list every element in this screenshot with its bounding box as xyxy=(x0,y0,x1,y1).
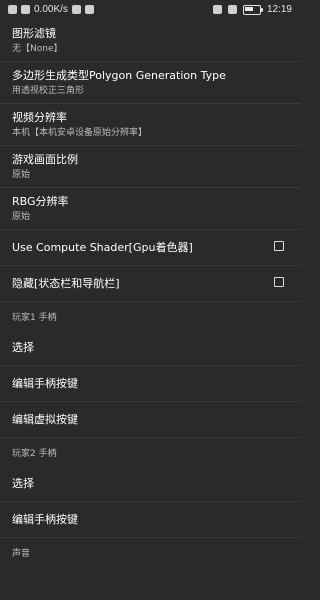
player1-edit-virtual-keys[interactable]: 编辑虚拟按键 xyxy=(0,402,300,438)
hide-bars-setting[interactable]: 隐藏[状态栏和导航栏] xyxy=(0,266,300,302)
status-left: 0.00K/s xyxy=(8,4,94,15)
battery-level xyxy=(244,6,253,11)
filter-setting[interactable]: 图形滤镜 无【None】 xyxy=(0,20,300,62)
hide-bars-checkbox[interactable] xyxy=(274,277,284,287)
setting-title: 选择 xyxy=(12,340,34,354)
setting-value: 原始 xyxy=(12,170,31,180)
polygon-generation-setting[interactable]: 多边形生成类型Polygon Generation Type 用透视校正三角形 xyxy=(0,62,300,104)
setting-value: 无【None】 xyxy=(12,44,63,54)
sound-header: 声音 xyxy=(0,538,300,566)
video-resolution-setting[interactable]: 视频分辨率 本机【本机安卓设备原始分辨率】 xyxy=(0,104,300,146)
clock: 12:19 xyxy=(266,4,292,15)
setting-value: 用透视校正三角形 xyxy=(12,86,85,96)
setting-title: 图形滤镜 xyxy=(12,27,56,40)
settings-list: 图形滤镜 无【None】 多边形生成类型Polygon Generation T… xyxy=(0,20,300,566)
player1-edit-gamepad-keys[interactable]: 编辑手柄按键 xyxy=(0,366,300,402)
player2-select[interactable]: 选择 xyxy=(0,466,300,502)
section-label: 玩家1 手柄 xyxy=(12,312,57,323)
aspect-ratio-setting[interactable]: 游戏画面比例 原始 xyxy=(0,146,300,188)
compute-shader-checkbox[interactable] xyxy=(274,241,284,251)
wechat-icon xyxy=(84,5,94,14)
player2-edit-gamepad-keys[interactable]: 编辑手柄按键 xyxy=(0,502,300,538)
setting-title: 编辑手柄按键 xyxy=(12,512,78,526)
alarm-icon xyxy=(212,5,222,14)
status-right: 12:19 xyxy=(212,4,292,15)
section-label: 声音 xyxy=(12,548,31,559)
setting-title: RBG分辨率 xyxy=(12,195,69,208)
compute-shader-setting[interactable]: Use Compute Shader[Gpu着色器] xyxy=(0,230,300,266)
network-speed: 0.00K/s xyxy=(34,4,68,15)
rbg-resolution-setting[interactable]: RBG分辨率 原始 xyxy=(0,188,300,230)
signal-icon xyxy=(8,5,17,14)
status-bar: 0.00K/s 12:19 xyxy=(0,0,300,20)
player2-gamepad-header: 玩家2 手柄 xyxy=(0,438,300,466)
setting-title: 多边形生成类型Polygon Generation Type xyxy=(12,69,226,82)
player1-gamepad-header: 玩家1 手柄 xyxy=(0,302,300,330)
setting-title: 游戏画面比例 xyxy=(12,153,78,166)
notification-icon xyxy=(71,5,81,14)
setting-title: 隐藏[状态栏和导航栏] xyxy=(12,276,120,290)
setting-title: 视频分辨率 xyxy=(12,111,67,124)
battery-icon xyxy=(242,4,263,15)
setting-value: 原始 xyxy=(12,212,31,222)
player1-select[interactable]: 选择 xyxy=(0,330,300,366)
wifi-icon xyxy=(21,5,30,14)
setting-title: Use Compute Shader[Gpu着色器] xyxy=(12,240,193,254)
mute-icon xyxy=(227,5,237,14)
section-label: 玩家2 手柄 xyxy=(12,448,57,459)
setting-value: 本机【本机安卓设备原始分辨率】 xyxy=(12,128,148,138)
setting-title: 选择 xyxy=(12,476,34,490)
setting-title: 编辑手柄按键 xyxy=(12,376,78,390)
setting-title: 编辑虚拟按键 xyxy=(12,412,78,426)
